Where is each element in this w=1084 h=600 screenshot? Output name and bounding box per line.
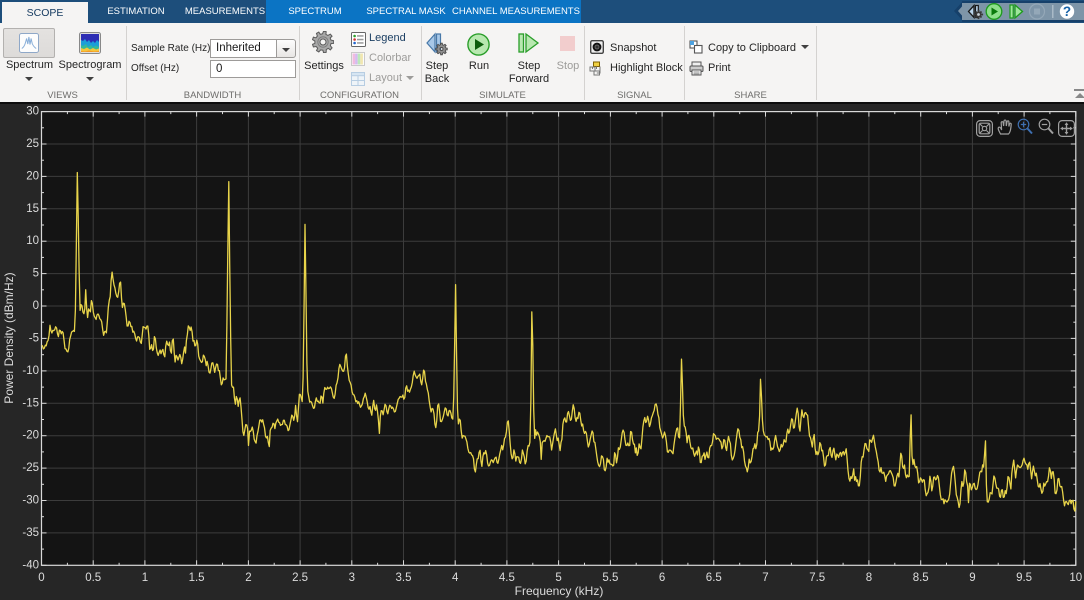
- svg-text:-20: -20: [22, 430, 39, 442]
- svg-text:1: 1: [142, 572, 148, 584]
- svg-text:10: 10: [26, 235, 39, 247]
- svg-text:Frequency (kHz): Frequency (kHz): [515, 584, 604, 598]
- svg-text:30: 30: [26, 106, 39, 118]
- svg-text:-35: -35: [22, 527, 39, 539]
- svg-text:15: 15: [26, 203, 39, 215]
- svg-text:2: 2: [245, 572, 251, 584]
- svg-text:9.5: 9.5: [1016, 572, 1032, 584]
- svg-text:25: 25: [26, 138, 39, 150]
- svg-text:9: 9: [969, 572, 975, 584]
- svg-text:8: 8: [866, 572, 872, 584]
- svg-text:1.5: 1.5: [189, 572, 205, 584]
- svg-text:2.5: 2.5: [292, 572, 308, 584]
- svg-text:-10: -10: [22, 365, 39, 377]
- svg-text:3: 3: [349, 572, 355, 584]
- svg-text:0: 0: [38, 572, 44, 584]
- svg-text:-30: -30: [22, 495, 39, 507]
- svg-text:Power Density (dBm/Hz): Power Density (dBm/Hz): [2, 272, 16, 403]
- svg-text:0: 0: [33, 300, 39, 312]
- svg-text:7: 7: [762, 572, 768, 584]
- svg-text:5.5: 5.5: [602, 572, 618, 584]
- svg-text:5: 5: [33, 268, 39, 280]
- svg-text:0.5: 0.5: [85, 572, 101, 584]
- svg-text:-5: -5: [29, 332, 39, 344]
- svg-text:7.5: 7.5: [809, 572, 825, 584]
- svg-text:4.5: 4.5: [499, 572, 515, 584]
- svg-text:-25: -25: [22, 462, 39, 474]
- svg-text:3.5: 3.5: [396, 572, 412, 584]
- svg-text:4: 4: [452, 572, 459, 584]
- svg-text:10: 10: [1069, 572, 1082, 584]
- svg-text:-15: -15: [22, 397, 39, 409]
- svg-text:5: 5: [555, 572, 561, 584]
- svg-text:-40: -40: [22, 559, 39, 571]
- svg-text:6.5: 6.5: [706, 572, 722, 584]
- svg-text:8.5: 8.5: [913, 572, 929, 584]
- svg-text:?: ?: [1063, 4, 1071, 19]
- svg-text:6: 6: [659, 572, 665, 584]
- svg-text:20: 20: [26, 170, 39, 182]
